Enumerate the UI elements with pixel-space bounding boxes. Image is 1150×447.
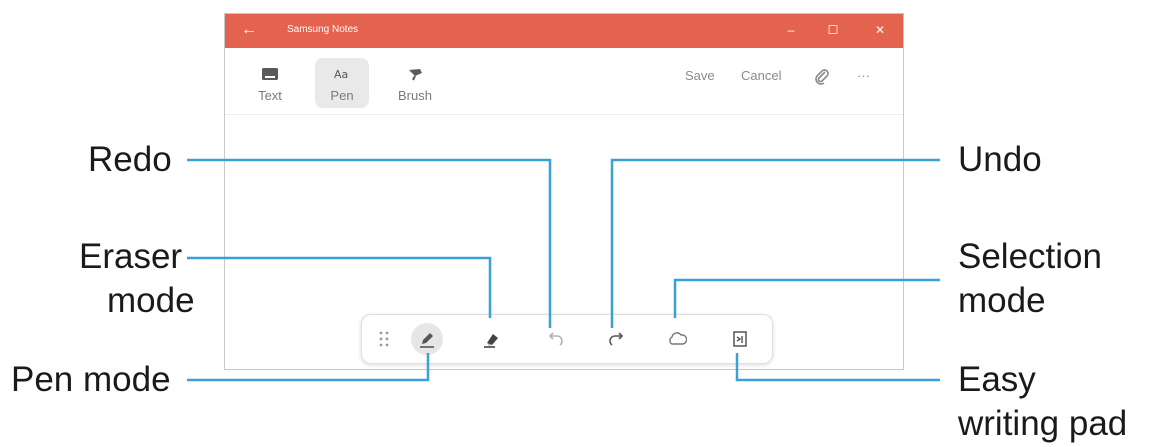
undo-button[interactable]: [540, 323, 572, 355]
callout-eraser-line2: mode: [107, 281, 195, 320]
pen-toolbar: [361, 314, 773, 364]
samsung-notes-window: ← Samsung Notes – ☐ ✕ Text Aa Pen Brush: [224, 13, 904, 370]
pen-mode-button[interactable]: [411, 323, 443, 355]
text-tool-button[interactable]: Text: [243, 58, 297, 108]
eraser-icon: [484, 334, 498, 348]
pen-text-icon: Aa: [334, 68, 348, 81]
editor-toolbar: Text Aa Pen Brush Save Cancel ···: [225, 48, 903, 115]
undo-icon: [548, 332, 563, 346]
keyboard-icon: [262, 68, 278, 80]
save-button[interactable]: Save: [685, 68, 715, 83]
callout-undo: Undo: [958, 140, 1042, 179]
text-tool-label: Text: [258, 88, 282, 103]
minimize-button[interactable]: –: [781, 20, 801, 40]
callout-redo: Redo: [88, 140, 172, 179]
eraser-mode-button[interactable]: [475, 323, 507, 355]
pen-tool-button[interactable]: Aa Pen: [315, 58, 369, 108]
easy-writing-pad-button[interactable]: [724, 323, 756, 355]
brush-tool-label: Brush: [398, 88, 432, 103]
pen-icon: [420, 333, 434, 348]
callout-pen-mode: Pen mode: [11, 360, 171, 399]
redo-button[interactable]: [600, 323, 632, 355]
writing-pad-icon: [733, 331, 747, 347]
back-arrow-icon[interactable]: ←: [241, 21, 257, 39]
svg-text:Aa: Aa: [334, 68, 348, 81]
drag-handle-icon: [379, 331, 389, 347]
cancel-button[interactable]: Cancel: [741, 68, 781, 83]
paperclip-icon[interactable]: [813, 68, 831, 86]
more-options-button[interactable]: ···: [857, 68, 870, 83]
title-bar: ← Samsung Notes – ☐ ✕: [225, 14, 903, 48]
callout-selection-line1: Selection: [958, 237, 1102, 276]
brush-tool-button[interactable]: Brush: [388, 58, 442, 108]
pen-tool-label: Pen: [330, 88, 354, 103]
redo-icon: [609, 332, 624, 346]
window-title: Samsung Notes: [287, 24, 359, 35]
close-button[interactable]: ✕: [870, 20, 890, 40]
lasso-icon: [669, 332, 687, 345]
selection-mode-button[interactable]: [661, 323, 693, 355]
callout-eraser-line1: Eraser: [79, 237, 183, 276]
callout-easy-line1: Easy: [958, 360, 1036, 399]
brush-icon: [409, 69, 422, 81]
callout-easy-line2: writing pad: [958, 404, 1128, 443]
callout-selection-line2: mode: [958, 281, 1046, 320]
drag-handle[interactable]: [368, 323, 400, 355]
maximize-button[interactable]: ☐: [823, 20, 843, 40]
